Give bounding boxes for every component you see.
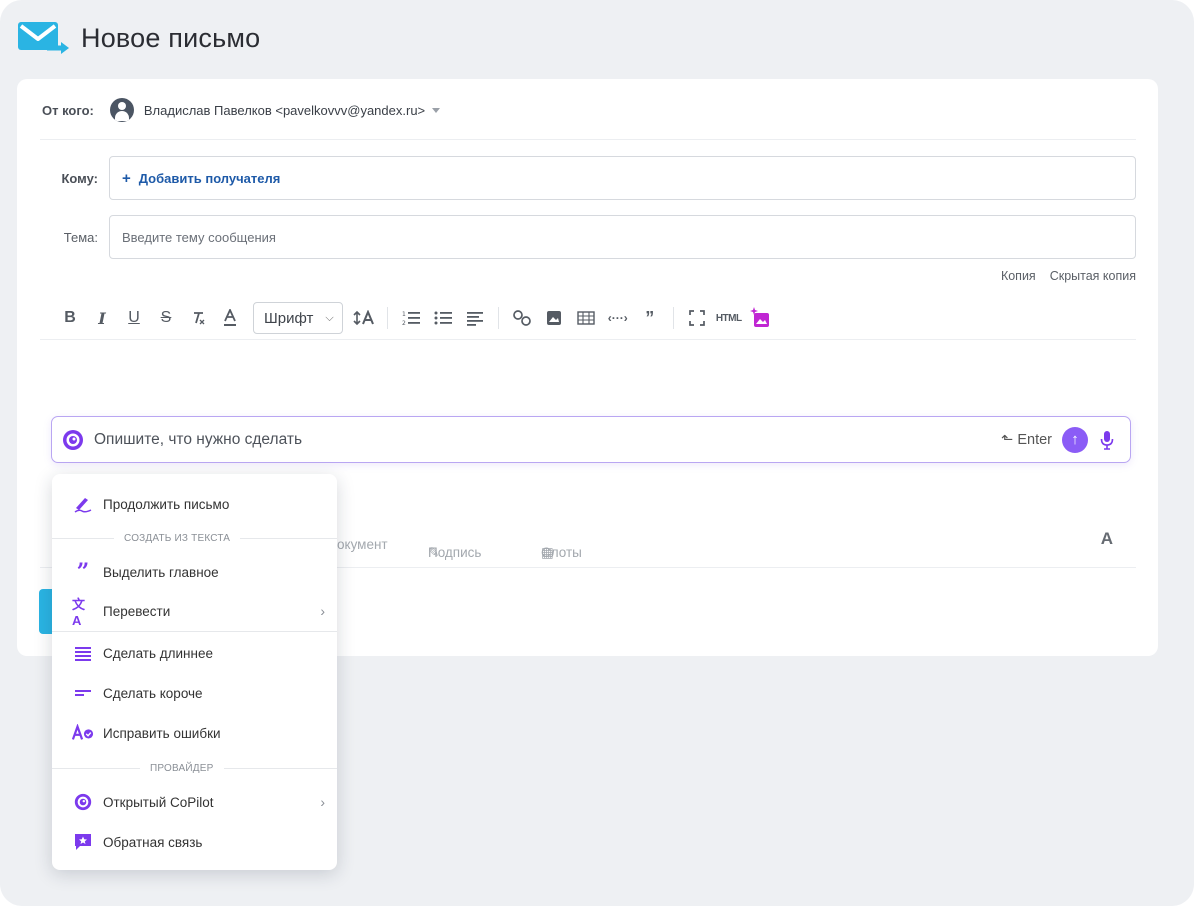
plus-icon: + (122, 169, 131, 187)
avatar (109, 98, 134, 122)
menu-item-highlight[interactable]: ” Выделить главное (52, 552, 337, 592)
app-window: Новое письмо От кого: Владислав Павелков… (0, 0, 1194, 906)
ordered-list-icon[interactable]: 12 (398, 303, 424, 333)
lines-long-icon (72, 642, 94, 664)
table-icon[interactable] (573, 303, 599, 333)
font-select[interactable]: Шрифт ⌵ (253, 302, 343, 334)
quote-icon: ” (76, 559, 90, 585)
divider (40, 139, 1136, 140)
html-button[interactable]: HTML (716, 303, 742, 333)
send-prompt-button[interactable]: ↑ (1062, 426, 1088, 453)
menu-item-feedback[interactable]: Обратная связь (52, 822, 337, 862)
menu-item-shorter[interactable]: Сделать короче (52, 673, 337, 713)
from-row: От кого: Владислав Павелков <pavelkovvv@… (42, 95, 441, 125)
menu-item-translate[interactable]: 文A Перевести › (52, 591, 337, 631)
align-icon[interactable] (462, 303, 488, 333)
ai-prompt-input[interactable] (94, 430, 1002, 449)
menu-item-fix-errors[interactable]: Исправить ошибки (52, 713, 337, 753)
chevron-right-icon: › (320, 603, 325, 619)
page-title: Новое письмо (81, 22, 261, 53)
ai-image-icon[interactable] (748, 303, 774, 333)
microphone-icon[interactable] (1100, 430, 1114, 450)
fullscreen-icon[interactable] (684, 303, 710, 333)
page-header: Новое письмо (17, 18, 260, 58)
svg-text:1: 1 (402, 311, 406, 318)
divider (52, 631, 337, 632)
translate-icon: 文A (72, 597, 86, 628)
arrow-up-icon: ↑ (1071, 431, 1079, 448)
divider (40, 339, 1136, 340)
to-field[interactable]: + Добавить получателя (109, 156, 1136, 200)
text-color-icon[interactable] (217, 303, 243, 333)
menu-item-longer[interactable]: Сделать длиннее (52, 633, 337, 673)
bullet-list-icon[interactable] (430, 303, 456, 333)
quote-icon[interactable]: ” (637, 303, 663, 333)
chevron-down-icon[interactable] (432, 107, 441, 113)
from-label: От кого: (42, 102, 94, 118)
enter-hint: ⬑ Enter (1001, 431, 1052, 448)
divider (386, 307, 388, 329)
code-icon[interactable]: ‹···› (605, 303, 631, 333)
strikethrough-button[interactable]: S (153, 303, 179, 333)
image-icon[interactable] (541, 303, 567, 333)
chevron-down-icon: ⌵ (325, 311, 334, 324)
section-provider: ПРОВАЙДЕР (52, 761, 337, 775)
cc-link[interactable]: Копия (1001, 269, 1036, 283)
underline-button[interactable]: U (121, 303, 147, 333)
link-icon[interactable] (509, 303, 535, 333)
mail-send-icon (17, 18, 71, 58)
menu-item-continue[interactable]: Продолжить письмо (52, 484, 337, 524)
divider (497, 307, 499, 329)
from-value[interactable]: Владислав Павелков <pavelkovvv@yandex.ru… (144, 103, 425, 118)
svg-text:2: 2 (402, 320, 406, 326)
pen-write-icon (72, 493, 94, 515)
chevron-right-icon: › (320, 794, 325, 810)
subject-label: Тема: (63, 229, 98, 245)
divider (672, 307, 674, 329)
subject-row: Тема: (42, 215, 1136, 259)
to-label: Кому: (61, 170, 98, 186)
clear-format-icon[interactable] (185, 303, 211, 333)
italic-button[interactable]: I (89, 303, 115, 333)
feedback-icon (72, 831, 94, 853)
copilot-logo-icon (62, 429, 84, 451)
text-format-button[interactable]: A (1101, 529, 1113, 549)
add-recipient-button[interactable]: + Добавить получателя (122, 170, 280, 187)
menu-item-copilot[interactable]: Открытый CoPilot › (52, 782, 337, 822)
ai-actions-menu: Продолжить письмо СОЗДАТЬ ИЗ ТЕКСТА ” Вы… (52, 474, 337, 870)
copilot-logo-icon (72, 791, 94, 813)
editor-toolbar: B I U S Шрифт ⌵ 12 ‹···› ” HTML (57, 300, 780, 336)
section-create: СОЗДАТЬ ИЗ ТЕКСТА (52, 531, 337, 545)
ai-prompt-bar: ⬑ Enter ↑ (51, 416, 1131, 463)
bcc-link[interactable]: Скрытая копия (1050, 269, 1136, 283)
lines-short-icon (72, 682, 94, 704)
subject-field[interactable] (109, 215, 1136, 259)
bold-button[interactable]: B (57, 303, 83, 333)
enter-key-icon: ⬑ (1001, 431, 1014, 448)
font-size-icon[interactable] (351, 303, 377, 333)
document-button[interactable]: окумент (337, 537, 388, 552)
to-row: Кому: + Добавить получателя (42, 156, 1136, 200)
cc-links: Копия Скрытая копия (1001, 269, 1136, 283)
spellcheck-icon (72, 722, 94, 744)
subject-input[interactable] (122, 229, 1135, 245)
